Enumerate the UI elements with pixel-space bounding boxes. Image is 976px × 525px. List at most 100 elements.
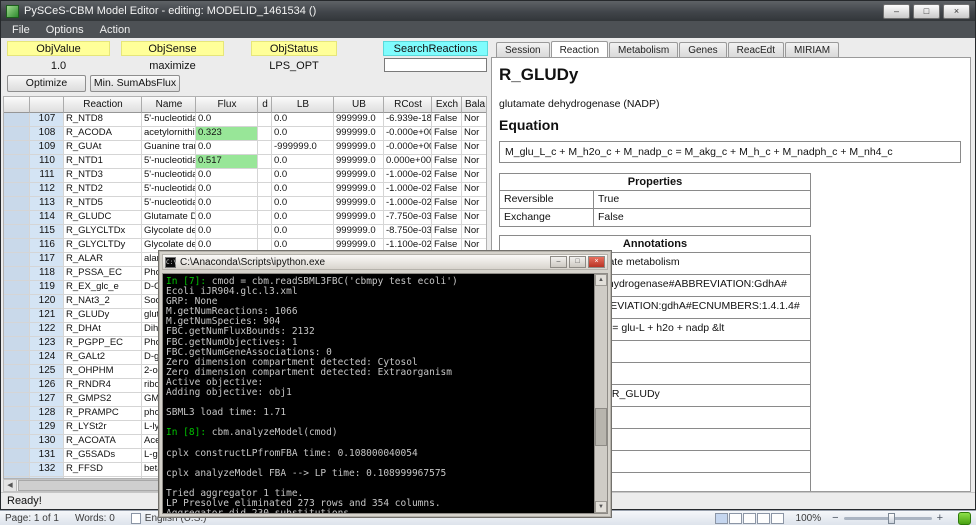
column-header[interactable] — [30, 97, 64, 113]
word-page-indicator[interactable]: Page: 1 of 1 — [5, 513, 59, 524]
console-line-text: cmod = cbm.readSBML3FBC('cbmpy_test_ecol… — [212, 276, 458, 286]
outline-view-icon[interactable] — [757, 513, 770, 524]
table-cell: False — [432, 127, 462, 141]
title-bar[interactable]: PySCeS-CBM Model Editor - editing: MODEL… — [1, 1, 975, 21]
table-row[interactable]: 107R_NTD85'-nucleotidase (dGMP)0.00.0999… — [4, 113, 486, 127]
table-cell: R_NTD3 — [64, 169, 142, 183]
scroll-up-arrow-icon[interactable]: ▲ — [595, 274, 607, 286]
table-row[interactable]: 109R_GUAtGuanine transport0.0-999999.099… — [4, 141, 486, 155]
objstatus-value: LPS_OPT — [251, 58, 337, 73]
table-row[interactable]: 113R_NTD55'-nucleotidase (dTMP)0.00.0999… — [4, 197, 486, 211]
console-scrollbar-thumb[interactable] — [595, 408, 607, 446]
zoom-in-button[interactable]: + — [937, 512, 943, 524]
table-cell — [4, 323, 30, 337]
minimize-button[interactable]: – — [883, 4, 910, 19]
table-row[interactable]: 112R_NTD25'-nucleotidase (UMP)0.00.09999… — [4, 183, 486, 197]
table-cell — [4, 141, 30, 155]
green-corner-icon[interactable] — [958, 512, 971, 525]
tab-reacedt[interactable]: ReacEdt — [728, 42, 784, 57]
zoom-slider-thumb[interactable] — [888, 513, 895, 524]
tab-metabolism[interactable]: Metabolism — [609, 42, 678, 57]
table-cell: False — [432, 211, 462, 225]
table-row[interactable]: 110R_NTD15'-nucleotidase (dUMP)0.5170.09… — [4, 155, 486, 169]
zoom-percentage[interactable]: 100% — [796, 513, 822, 524]
tab-genes[interactable]: Genes — [679, 42, 726, 57]
tab-reaction[interactable]: Reaction — [551, 41, 608, 57]
console-line-text: FBC.getNumGeneAssociations: 0 — [166, 347, 332, 357]
console-minimize-button[interactable]: – — [550, 256, 567, 268]
min-sumabsflux-button[interactable]: Min. SumAbsFlux — [90, 75, 180, 92]
menu-item-file[interactable]: File — [4, 23, 38, 37]
column-header-name[interactable]: Name — [142, 97, 196, 113]
fullscreen-view-icon[interactable] — [729, 513, 742, 524]
table-cell: 999999.0 — [334, 113, 384, 127]
zoom-out-button[interactable]: − — [832, 512, 838, 524]
column-header-d[interactable]: d — [258, 97, 272, 113]
table-cell: 115 — [30, 225, 64, 239]
column-header-reaction[interactable]: Reaction — [64, 97, 142, 113]
table-cell — [258, 113, 272, 127]
print-layout-view-icon[interactable] — [715, 513, 728, 524]
console-line: Ecoli_iJR904.glc.l3.xml — [166, 286, 592, 296]
web-layout-view-icon[interactable] — [743, 513, 756, 524]
objvalue-value: 1.0 — [7, 58, 110, 73]
reaction-id-title: R_GLUDy — [499, 65, 963, 85]
table-row[interactable]: 111R_NTD35'-nucleotidase (dCMP)0.00.0999… — [4, 169, 486, 183]
table-cell — [4, 393, 30, 407]
console-line-text: FBC.getNumObjectives: 1 — [166, 337, 298, 347]
scroll-down-arrow-icon[interactable]: ▼ — [595, 501, 607, 513]
table-cell: 5'-nucleotidase (UMP) — [142, 183, 196, 197]
table-cell: Nor — [462, 141, 487, 155]
console-close-button[interactable]: × — [588, 256, 605, 268]
menu-item-options[interactable]: Options — [38, 23, 92, 37]
word-word-count[interactable]: Words: 0 — [75, 513, 115, 524]
table-cell: R_ACOATA — [64, 435, 142, 449]
console-maximize-button[interactable]: □ — [569, 256, 586, 268]
table-row[interactable]: 108R_ACODAacetylornithine deacetylase0.3… — [4, 127, 486, 141]
table-cell — [4, 281, 30, 295]
column-header-bala[interactable]: Bala — [462, 97, 487, 113]
search-input[interactable] — [384, 58, 487, 72]
table-cell: Guanine transport — [142, 141, 196, 155]
table-cell: R_NTD1 — [64, 155, 142, 169]
column-header-flux[interactable]: Flux — [196, 97, 258, 113]
console-line — [166, 417, 592, 427]
scroll-left-arrow-icon[interactable]: ◀ — [4, 480, 17, 491]
table-row[interactable]: 114R_GLUDCGlutamate Decarboxylase0.00.09… — [4, 211, 486, 225]
column-header-rcost[interactable]: RCost — [384, 97, 432, 113]
table-cell: Glutamate Decarboxylase — [142, 211, 196, 225]
table-row[interactable]: 115R_GLYCLTDxGlycolate dehydrogenase (NA… — [4, 225, 486, 239]
console-title: C:\Anaconda\Scripts\ipython.exe — [180, 257, 548, 268]
property-row: Reversible True — [499, 191, 811, 209]
tab-miriam[interactable]: MIRIAM — [785, 42, 839, 57]
objsense-field: ObjSense maximize — [121, 41, 224, 73]
table-cell — [4, 183, 30, 197]
console-line: Aggregator did 230 substitutions. — [166, 508, 592, 513]
console-line-text: M.getNumReactions: 1066 — [166, 306, 298, 316]
zoom-slider[interactable] — [844, 517, 932, 520]
tab-session[interactable]: Session — [496, 42, 550, 57]
table-cell — [258, 225, 272, 239]
table-cell: 0.0 — [196, 141, 258, 155]
column-header-lb[interactable]: LB — [272, 97, 334, 113]
proofing-icon[interactable] — [131, 513, 141, 524]
console-line: LP Presolve eliminated 273 rows and 354 … — [166, 498, 592, 508]
table-cell: R_ACODA — [64, 127, 142, 141]
column-header-ub[interactable]: UB — [334, 97, 384, 113]
menu-item-action[interactable]: Action — [92, 23, 139, 37]
column-header[interactable] — [4, 97, 30, 113]
console-window: C:\ C:\Anaconda\Scripts\ipython.exe – □ … — [158, 250, 612, 518]
console-title-bar[interactable]: C:\ C:\Anaconda\Scripts\ipython.exe – □ … — [162, 254, 608, 270]
table-cell: False — [432, 141, 462, 155]
console-line: Zero dimension compartment detected: Cyt… — [166, 357, 592, 367]
table-cell: 0.000e+00 — [384, 155, 432, 169]
close-button[interactable]: × — [943, 4, 970, 19]
table-cell: 131 — [30, 449, 64, 463]
column-header-exch[interactable]: Exch — [432, 97, 462, 113]
objsense-label: ObjSense — [121, 41, 224, 56]
maximize-button[interactable]: □ — [913, 4, 940, 19]
draft-view-icon[interactable] — [771, 513, 784, 524]
optimize-button[interactable]: Optimize — [7, 75, 86, 92]
console-scrollbar[interactable]: ▲ ▼ — [594, 274, 607, 513]
table-cell: R_PGPP_EC — [64, 337, 142, 351]
